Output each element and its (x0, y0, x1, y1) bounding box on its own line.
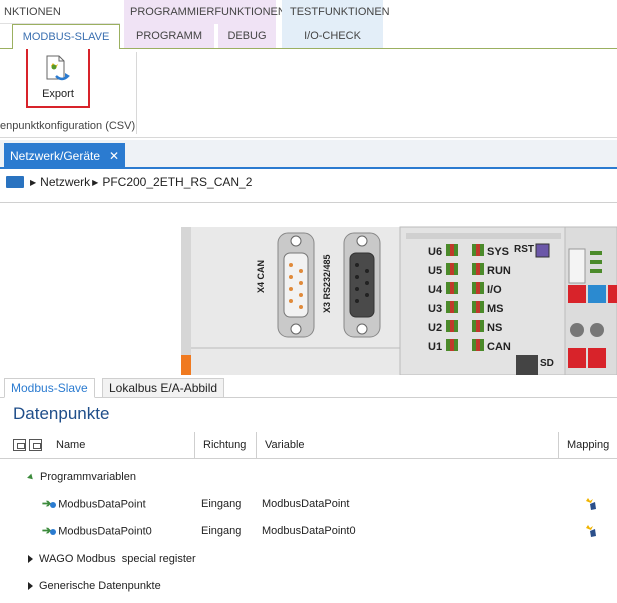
chevron-right-icon: ▶ (92, 177, 99, 187)
column-separator[interactable] (558, 432, 559, 459)
export-button[interactable]: Export (26, 46, 90, 108)
sd-label: SD (540, 358, 554, 369)
tab-programm[interactable]: PROGRAMM (124, 24, 214, 48)
led-label: I/O (487, 284, 502, 296)
datapoint-icon: ➔ (42, 518, 57, 545)
tab-lokalbus[interactable]: Lokalbus E/A-Abbild (102, 378, 225, 398)
expand-all-icon[interactable] (13, 439, 26, 451)
rst-label: RST (514, 244, 534, 255)
group-label: Programmvariablen (40, 471, 136, 483)
led-label: RUN (487, 265, 511, 277)
led-label: CAN (487, 341, 511, 353)
close-icon[interactable]: ✕ (109, 143, 119, 169)
device-view[interactable]: X4 CAN X3 RS232/485 U6 U5 U4 U3 U2 U1 SY… (0, 203, 617, 375)
column-header-variable[interactable]: Variable (265, 432, 305, 459)
mapping-icon[interactable] (584, 524, 598, 538)
export-icon (46, 55, 70, 81)
led-label: U2 (428, 322, 443, 334)
ribbon-group-functions: NKTIONEN (0, 0, 120, 24)
led-label: U1 (428, 341, 443, 353)
row-name: ModbusDataPoint (58, 498, 146, 511)
expanded-triangle-icon[interactable] (27, 473, 35, 481)
chevron-right-icon: ▶ (30, 177, 37, 187)
table-row[interactable]: ➔ ModbusDataPoint0 Eingang ModbusDataPoin… (0, 518, 617, 545)
ribbon-group-caption: enpunktkonfiguration (CSV) (0, 120, 136, 132)
tab-modbus-slave-view[interactable]: Modbus-Slave (4, 378, 95, 398)
mapping-icon[interactable] (584, 497, 598, 511)
tree-group-wago-special-register[interactable]: WAGO Modbus special register (0, 546, 617, 573)
led-label: SYS (487, 246, 510, 258)
breadcrumb-item-device[interactable]: PFC200_2ETH_RS_CAN_2 (102, 175, 252, 189)
row-variable: ModbusDataPoint0 (262, 525, 356, 537)
led-label: NS (487, 322, 503, 334)
collapsed-triangle-icon[interactable] (28, 582, 33, 591)
column-header-mapping[interactable]: Mapping (567, 432, 609, 459)
document-tab-label: Netzwerk/Geräte (10, 149, 101, 163)
bottom-tab-strip: Modbus-Slave Lokalbus E/A-Abbild (0, 376, 617, 398)
ribbon-separator (136, 52, 137, 134)
led-label: U6 (428, 246, 443, 258)
breadcrumb-item-netzwerk[interactable]: Netzwerk (40, 175, 90, 189)
export-label: Export (42, 88, 74, 100)
folder-icon (6, 176, 24, 188)
column-header-richtung[interactable]: Richtung (203, 432, 246, 459)
column-separator[interactable] (194, 432, 195, 459)
column-header-name[interactable]: Name (56, 432, 85, 459)
led-label: U4 (428, 284, 443, 296)
ribbon-group-programming: PROGRAMMIERFUNKTIONEN (124, 0, 286, 24)
datapoint-icon: ➔ (42, 491, 57, 518)
section-title: Datenpunkte (13, 404, 110, 423)
controller-image (181, 226, 617, 375)
port-label-rs232: X3 RS232/485 (322, 254, 332, 313)
row-name: ModbusDataPoint0 (58, 525, 152, 538)
led-label: MS (487, 303, 504, 315)
row-direction: Eingang (201, 525, 242, 537)
row-variable: ModbusDataPoint (262, 498, 350, 510)
table-header: Name Richtung Variable Mapping (0, 432, 617, 459)
led-label: U3 (428, 303, 443, 315)
tab-debug[interactable]: DEBUG (218, 24, 276, 48)
tab-io-check[interactable]: I/O-CHECK (282, 24, 383, 48)
tab-modbus-slave[interactable]: MODBUS-SLAVE (12, 24, 120, 49)
tree-group-programmvariablen[interactable]: Programmvariablen (0, 464, 617, 491)
port-label-can: X4 CAN (256, 259, 266, 293)
document-tab-netzwerk[interactable]: Netzwerk/Geräte ✕ (4, 143, 125, 169)
document-tab-strip: Netzwerk/Geräte ✕ (0, 140, 617, 169)
group-label: WAGO Modbus special register (39, 553, 196, 565)
column-separator[interactable] (256, 432, 257, 459)
tree-group-generische-datenpunkte[interactable]: Generische Datenpunkte (0, 573, 617, 600)
ribbon-group-test: TESTFUNKTIONEN (282, 0, 390, 24)
collapsed-triangle-icon[interactable] (28, 555, 33, 564)
led-label: U5 (428, 265, 443, 277)
breadcrumb: ▶ Netzwerk ▶ PFC200_2ETH_RS_CAN_2 (6, 172, 252, 192)
collapse-all-icon[interactable] (29, 439, 42, 451)
group-label: Generische Datenpunkte (39, 580, 161, 592)
table-row[interactable]: ➔ ModbusDataPoint Eingang ModbusDataPoint (0, 491, 617, 518)
row-direction: Eingang (201, 498, 242, 510)
